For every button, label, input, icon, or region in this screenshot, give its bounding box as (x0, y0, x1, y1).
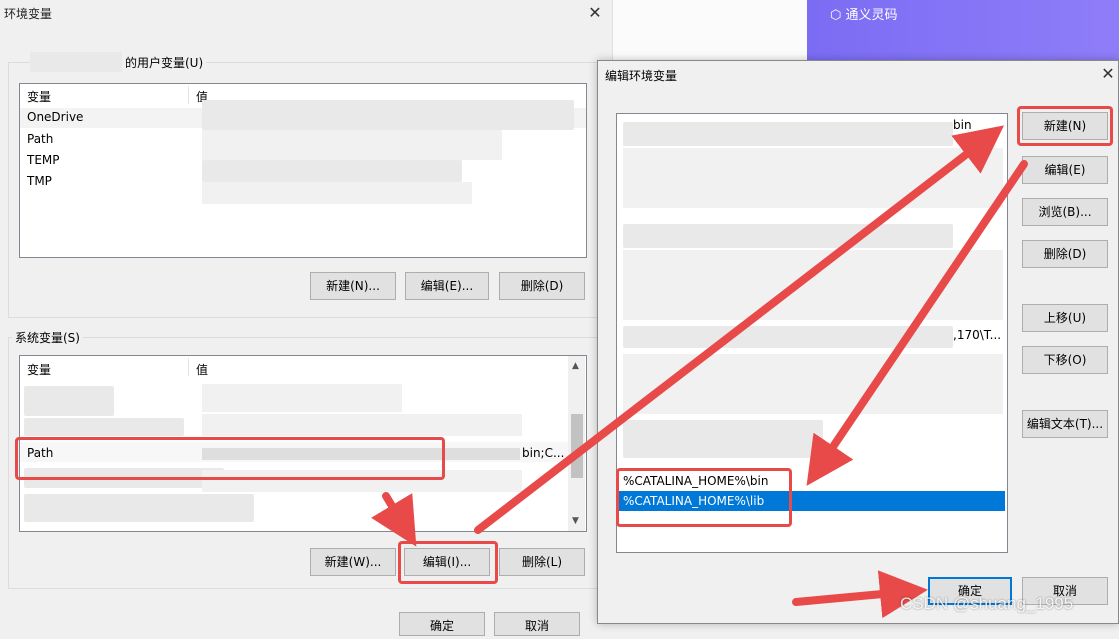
arrow-to-edit-button (371, 492, 417, 547)
watermark: CSDN @shuang_1995 (900, 594, 1074, 613)
arrow-to-new-entries (806, 160, 1028, 486)
arrow-to-ok-button (792, 570, 928, 619)
annotation-arrows (371, 125, 1028, 619)
